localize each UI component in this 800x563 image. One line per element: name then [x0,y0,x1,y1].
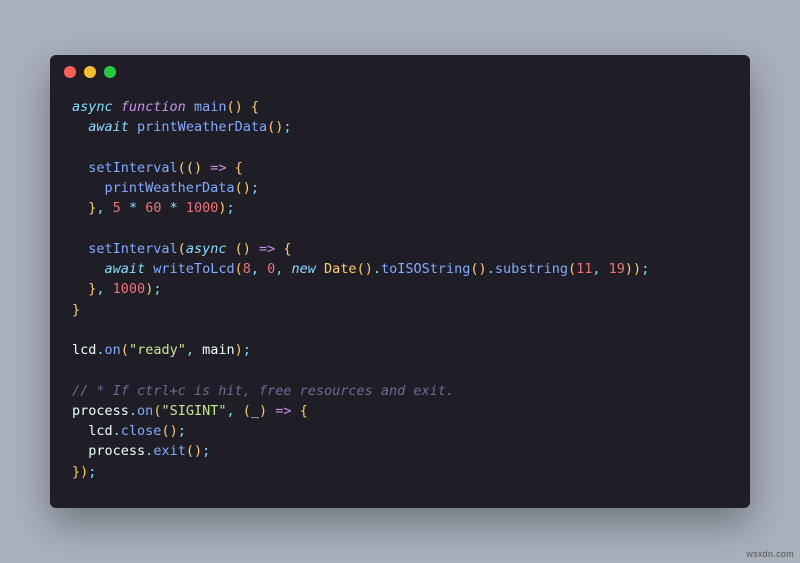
code-window: async function main() { await printWeath… [50,55,750,508]
watermark: wsxdn.com [746,549,794,559]
zoom-icon[interactable] [104,66,116,78]
close-icon[interactable] [64,66,76,78]
minimize-icon[interactable] [84,66,96,78]
window-titlebar [50,55,750,89]
code-editor-content: async function main() { await printWeath… [50,89,750,508]
